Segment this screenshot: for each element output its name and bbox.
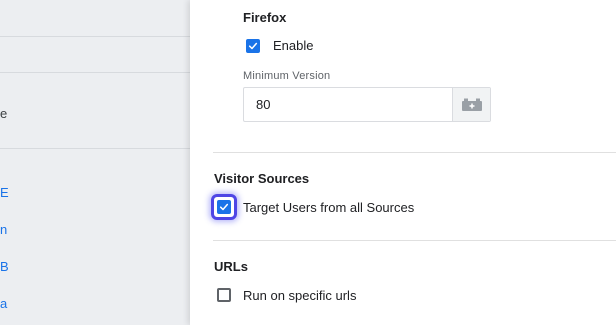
section-divider xyxy=(213,240,616,241)
bg-link-fragment[interactable]: B xyxy=(0,259,9,275)
run-specific-urls-label: Run on specific urls xyxy=(243,288,357,303)
plugin-icon xyxy=(461,98,482,111)
urls-section-title: URLs xyxy=(214,259,248,274)
bg-link-fragment[interactable]: E xyxy=(0,185,9,201)
bg-text-fragment: e xyxy=(0,106,8,121)
min-version-field xyxy=(243,87,491,122)
firefox-enable-label: Enable xyxy=(273,38,314,53)
visitor-sources-title: Visitor Sources xyxy=(214,171,310,186)
min-version-input[interactable] xyxy=(244,88,452,121)
firefox-section-title: Firefox xyxy=(243,10,287,25)
target-all-sources-checkbox[interactable] xyxy=(217,200,231,214)
bg-link-fragment[interactable]: a xyxy=(0,296,7,312)
section-divider xyxy=(213,152,616,153)
bg-divider xyxy=(0,72,190,73)
checkmark-icon xyxy=(219,203,229,211)
target-all-sources-label: Target Users from all Sources xyxy=(243,200,415,215)
run-specific-urls-checkbox[interactable] xyxy=(217,288,231,302)
background-page: e E n B a xyxy=(0,0,190,325)
settings-panel: Firefox Enable Minimum Version Visitor S… xyxy=(190,0,616,325)
firefox-enable-checkbox[interactable] xyxy=(246,39,260,53)
bg-divider xyxy=(0,148,190,149)
min-version-label: Minimum Version xyxy=(243,70,331,82)
bg-link-fragment[interactable]: n xyxy=(0,222,7,238)
plugin-addon-button[interactable] xyxy=(452,88,490,121)
checkmark-icon xyxy=(248,42,258,50)
bg-divider xyxy=(0,36,190,37)
